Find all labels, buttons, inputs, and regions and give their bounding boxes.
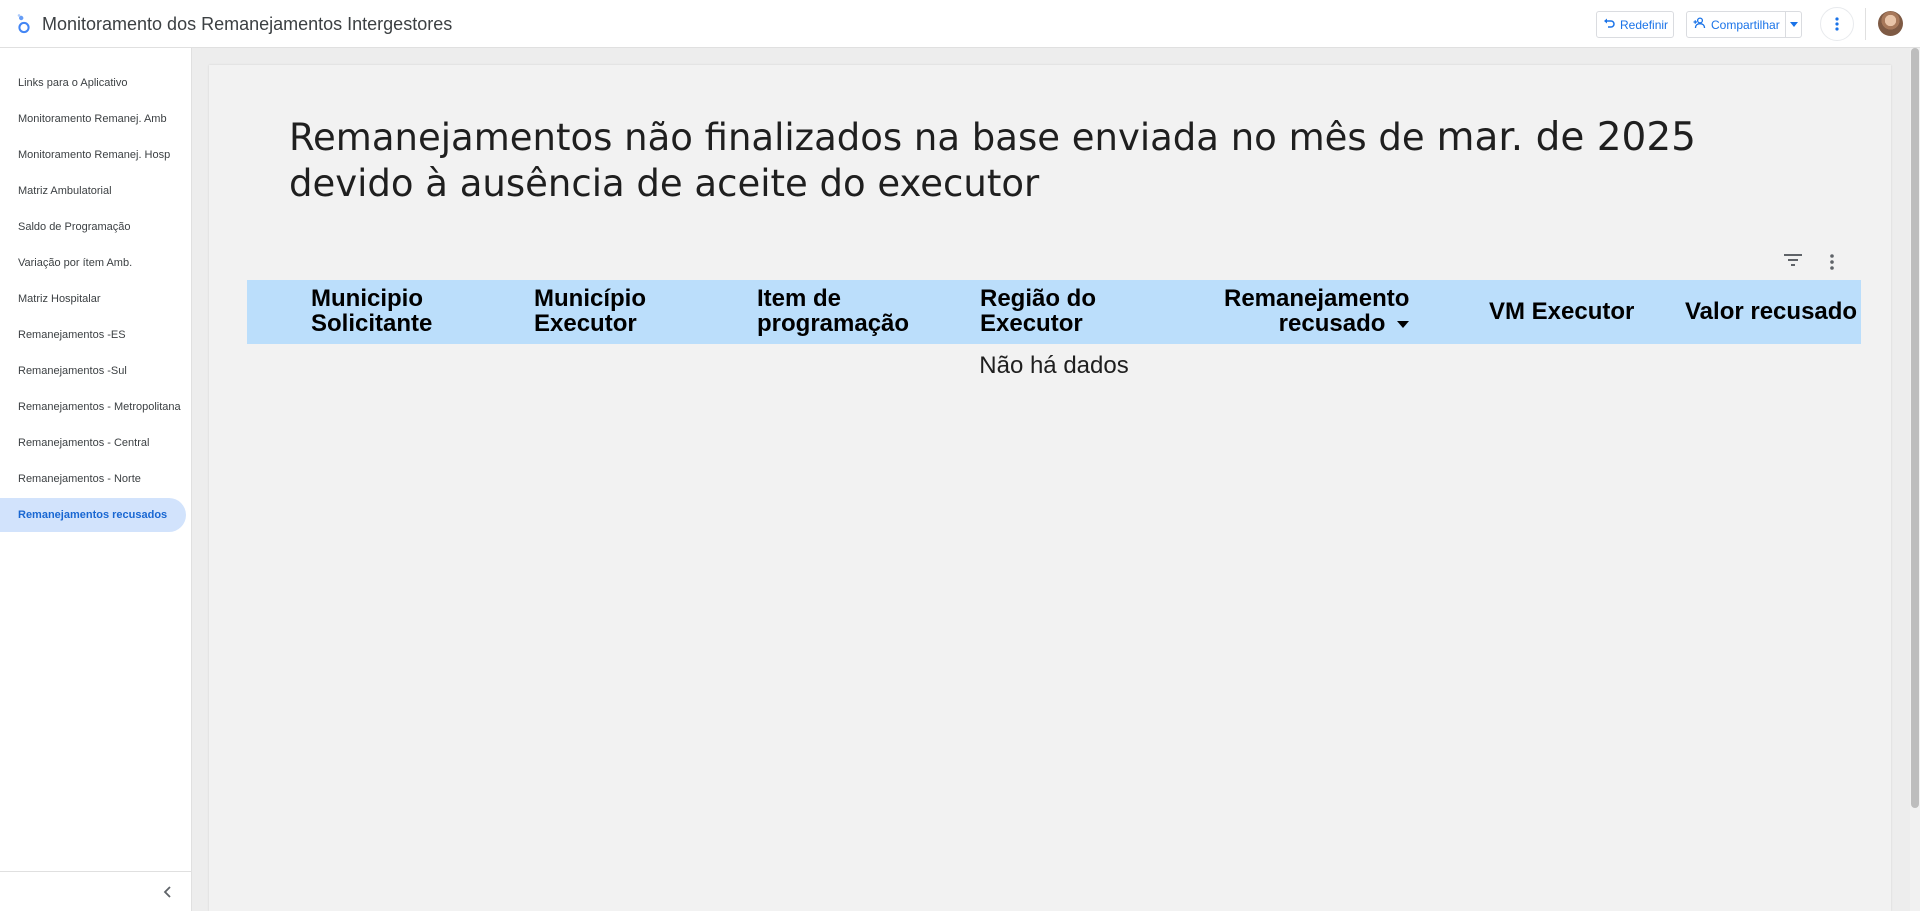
nav-item-monitoramento-hosp[interactable]: Monitoramento Remanej. Hosp: [0, 138, 186, 172]
nav-item-links-aplicativo[interactable]: Links para o Aplicativo: [0, 66, 186, 100]
column-header-valor-recusado[interactable]: Valor recusado: [1685, 299, 1857, 324]
sort-descending-icon: [1397, 321, 1410, 329]
column-header-municipio-executor[interactable]: Município Executor: [534, 286, 646, 336]
vertical-scrollbar[interactable]: [1910, 48, 1920, 911]
nav-item-matriz-ambulatorial[interactable]: Matriz Ambulatorial: [0, 174, 186, 208]
undo-icon: [1603, 17, 1615, 32]
column-header-municipio-solicitante[interactable]: Municipio Solicitante: [311, 286, 432, 336]
reset-label: Redefinir: [1620, 17, 1669, 32]
sidebar-footer: [0, 871, 191, 911]
report-title: Remanejamentos não finalizados na base e…: [289, 115, 1789, 207]
share-dropdown-icon[interactable]: [1785, 12, 1801, 37]
nav-item-remanejamentos-es[interactable]: Remanejamentos -ES: [0, 318, 186, 352]
user-avatar[interactable]: [1878, 11, 1903, 36]
column-header-remanejamento-recusado[interactable]: Remanejamento recusado: [1224, 286, 1410, 336]
app-title: Monitoramento dos Remanejamentos Interge…: [42, 14, 453, 34]
page-navigation-sidebar: Links para o Aplicativo Monitoramento Re…: [0, 48, 192, 911]
report-title-line1: Remanejamentos não finalizados na base e…: [289, 116, 1425, 159]
reset-button[interactable]: Redefinir: [1596, 11, 1674, 38]
share-label: Compartilhar: [1711, 17, 1780, 32]
nav-item-monitoramento-amb[interactable]: Monitoramento Remanej. Amb: [0, 102, 186, 136]
top-bar: Monitoramento dos Remanejamentos Interge…: [0, 0, 1920, 48]
column-header-item-programacao[interactable]: Item de programação: [757, 286, 909, 336]
nav-item-remanejamentos-metropolitana[interactable]: Remanejamentos - Metropolitana: [0, 390, 186, 424]
nav-item-matriz-hospitalar[interactable]: Matriz Hospitalar: [0, 282, 186, 316]
collapse-sidebar-icon[interactable]: [157, 882, 177, 902]
filter-icon[interactable]: [1782, 249, 1804, 271]
scrollbar-thumb[interactable]: [1911, 48, 1919, 808]
nav-item-remanejamentos-sul[interactable]: Remanejamentos -Sul: [0, 354, 186, 388]
report-period: mar. de 2025: [1436, 115, 1696, 160]
report-canvas-area: Remanejamentos não finalizados na base e…: [192, 48, 1920, 911]
nav-item-saldo-programacao[interactable]: Saldo de Programação: [0, 210, 186, 244]
table-header: Municipio Solicitante Município Executor I…: [247, 280, 1861, 344]
looker-studio-logo-icon[interactable]: [17, 14, 31, 34]
add-person-icon: [1693, 17, 1706, 32]
more-options-icon[interactable]: [1820, 7, 1854, 41]
column-header-vm-executor[interactable]: VM Executor: [1489, 299, 1634, 324]
nav-item-remanejamentos-central[interactable]: Remanejamentos - Central: [0, 426, 186, 460]
report-title-line2: devido à ausência de aceite do executor: [289, 162, 1040, 205]
nav-item-remanejamentos-norte[interactable]: Remanejamentos - Norte: [0, 462, 186, 496]
empty-table-message: Não há dados: [979, 352, 1129, 379]
header-divider: [1865, 8, 1866, 40]
chart-more-options-icon[interactable]: [1821, 251, 1843, 273]
column-header-regiao-executor[interactable]: Região do Executor: [980, 286, 1096, 336]
report-page: Remanejamentos não finalizados na base e…: [209, 65, 1891, 911]
share-button[interactable]: Compartilhar: [1686, 11, 1802, 38]
nav-item-remanejamentos-recusados[interactable]: Remanejamentos recusados: [0, 498, 186, 532]
nav-item-variacao-item[interactable]: Variação por ítem Amb.: [0, 246, 186, 280]
